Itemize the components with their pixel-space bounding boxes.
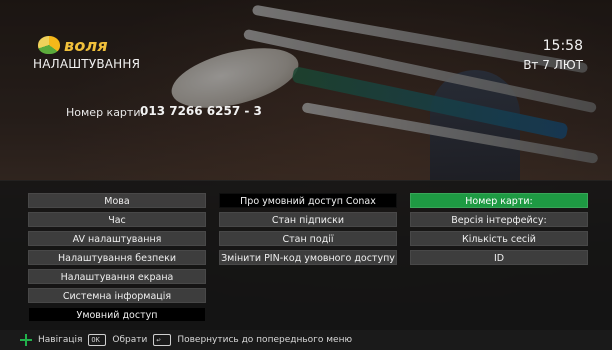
background-dim <box>0 0 612 180</box>
logo-text: воля <box>64 35 108 55</box>
hint-back-label: Повернутись до попереднього меню <box>177 335 353 345</box>
info-item-interface-version[interactable]: Версія інтерфейсу: <box>410 212 588 227</box>
menu-column-left: Мова Час AV налаштування Налаштування бе… <box>28 193 206 322</box>
menu-item-time[interactable]: Час <box>28 212 206 227</box>
menu-item-conditional-access[interactable]: Умовний доступ <box>28 307 206 322</box>
menu-item-event-status[interactable]: Стан події <box>219 231 397 246</box>
menu-item-system-info[interactable]: Системна інформація <box>28 288 206 303</box>
page-title: НАЛАШТУВАННЯ <box>33 57 141 71</box>
tv-screen: воля НАЛАШТУВАННЯ 15:58 Вт 7 ЛЮТ Номер к… <box>0 0 612 350</box>
hint-ok-label: Обрати <box>112 335 148 345</box>
info-item-session-count[interactable]: Кількість сесій <box>410 231 588 246</box>
menu-item-av-settings[interactable]: AV налаштування <box>28 231 206 246</box>
info-item-id[interactable]: ID <box>410 250 588 265</box>
clock-time: 15:58 <box>542 38 583 54</box>
navigation-dpad-icon <box>20 334 32 346</box>
background-scene <box>0 0 612 180</box>
card-number-value: 013 7266 6257 - 3 <box>140 104 262 118</box>
clock-date: Вт 7 ЛЮТ <box>523 58 583 72</box>
hint-navigation-label: Навігація <box>38 335 83 345</box>
menu-item-subscription-status[interactable]: Стан підписки <box>219 212 397 227</box>
menu-item-change-pin[interactable]: Змінити PIN-код умовного доступу <box>219 250 397 265</box>
hint-bar: Навігація OK Обрати ↩ Повернутись до поп… <box>0 330 612 350</box>
ok-button-icon: OK <box>88 334 107 346</box>
card-number-label: Номер карти: <box>66 106 145 119</box>
menu-item-about-conax[interactable]: Про умовний доступ Conax <box>219 193 397 208</box>
menu-item-security-settings[interactable]: Налаштування безпеки <box>28 250 206 265</box>
menu-column-right: Номер карти: Версія інтерфейсу: Кількіст… <box>410 193 588 265</box>
menu-item-screen-settings[interactable]: Налаштування екрана <box>28 269 206 284</box>
brand-logo: воля <box>38 34 108 56</box>
info-item-card-number[interactable]: Номер карти: <box>410 193 588 208</box>
menu-item-language[interactable]: Мова <box>28 193 206 208</box>
logo-mark-icon <box>38 36 60 54</box>
menu-column-middle: Про умовний доступ Conax Стан підписки С… <box>219 193 397 265</box>
back-button-icon: ↩ <box>153 334 172 346</box>
